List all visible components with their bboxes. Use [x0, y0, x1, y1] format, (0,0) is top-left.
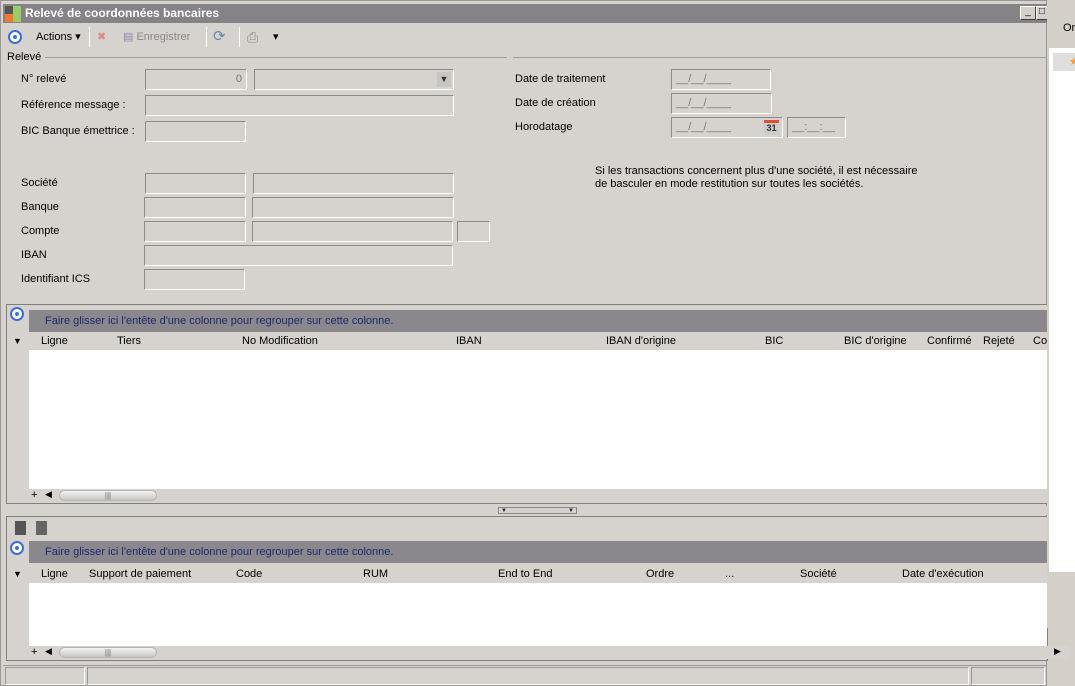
add-row-button[interactable]: + [31, 489, 37, 501]
minimize-button[interactable]: _ [1020, 6, 1036, 20]
column-header[interactable]: Date d'exécution [902, 565, 984, 583]
horizontal-scrollbar[interactable]: + ◀ ||| [29, 489, 1047, 502]
ref-message-input[interactable] [145, 95, 454, 116]
horodatage-time-input[interactable]: __:__:__ [787, 117, 846, 138]
status-bar [3, 665, 1047, 685]
scroll-thumb[interactable]: ||| [59, 490, 157, 501]
column-header[interactable]: Tiers [117, 332, 141, 350]
date-traitement-label: Date de traitement [515, 73, 606, 85]
compte-code-input[interactable] [144, 221, 246, 242]
ics-label: Identifiant ICS [21, 273, 91, 285]
add-row-button[interactable]: + [31, 646, 37, 658]
column-header[interactable]: Ligne [41, 332, 68, 350]
grid-navigation-icon[interactable] [10, 307, 24, 321]
societe-code-input[interactable] [145, 173, 246, 194]
collapse-icon[interactable] [15, 521, 26, 535]
ref-message-label: Référence message : [21, 99, 126, 111]
ics-input[interactable] [144, 269, 245, 290]
column-header[interactable]: IBAN d'origine [606, 332, 676, 350]
print-icon[interactable]: ⎙ [247, 27, 258, 47]
scroll-right-arrow[interactable]: ▶ [1054, 646, 1061, 657]
save-icon: ▤ [123, 31, 134, 43]
column-chooser[interactable]: ▼ [13, 565, 22, 583]
status-panel [5, 667, 85, 685]
banque-name-input[interactable] [252, 197, 454, 218]
star-icon[interactable]: ★ [1069, 55, 1075, 68]
column-header[interactable]: Ordre [646, 565, 674, 583]
scroll-thumb[interactable]: ||| [59, 647, 157, 658]
grid-navigation-icon[interactable] [10, 541, 24, 555]
horodatage-label: Horodatage [515, 121, 573, 133]
save-button[interactable]: ▤ Enregistrer [123, 27, 190, 47]
scroll-left-arrow[interactable]: ◀ [45, 646, 52, 657]
calendar-icon[interactable]: 31 [764, 120, 779, 135]
window-title: Relevé de coordonnées bancaires [25, 6, 220, 20]
column-header[interactable]: ... [725, 565, 734, 583]
column-header[interactable]: Code [236, 565, 262, 583]
banque-label: Banque [21, 201, 59, 213]
date-creation-label: Date de création [515, 97, 596, 109]
num-releve-input[interactable]: 0 [145, 69, 247, 90]
toolbar-separator [89, 27, 90, 47]
column-header[interactable]: End to End [498, 565, 552, 583]
column-header[interactable]: RUM [363, 565, 388, 583]
delete-icon[interactable]: ✖ [97, 27, 106, 47]
refresh-icon[interactable]: ⟳ [213, 27, 226, 47]
column-header[interactable]: Ligne [41, 565, 68, 583]
side-panel: Or ★ [1047, 0, 1075, 628]
section-releve: Relevé [7, 51, 42, 63]
column-header[interactable]: Co [1033, 332, 1047, 350]
grid-body[interactable] [29, 350, 1047, 489]
column-header[interactable]: Confirmé [927, 332, 972, 350]
grid-header: ▼ Ligne Tiers No Modification IBAN IBAN … [7, 332, 1047, 350]
num-releve-label: N° relevé [21, 73, 67, 85]
compte-key-input[interactable] [457, 221, 490, 242]
bic-label: BIC Banque émettrice : [21, 125, 135, 137]
group-by-area[interactable]: Faire glisser ici l'entête d'une colonne… [29, 541, 1047, 563]
date-traitement-input[interactable]: __/__/____ [671, 69, 771, 90]
splitter-handle[interactable]: ▼ ▼ [498, 507, 577, 514]
app-icon [5, 6, 21, 22]
column-chooser[interactable]: ▼ [13, 332, 22, 350]
toolbar-separator [206, 27, 207, 47]
side-panel-label[interactable]: Or [1063, 22, 1075, 34]
note-text-2: de basculer en mode restitution sur tout… [595, 178, 864, 190]
chevron-down-icon[interactable]: ▼ [437, 72, 451, 87]
grid-header: ▼ Ligne Support de paiement Code RUM End… [7, 565, 1047, 583]
banque-code-input[interactable] [144, 197, 246, 218]
status-panel [87, 667, 969, 685]
grid-body[interactable] [29, 583, 1047, 646]
print-dropdown[interactable]: ▾ [273, 27, 279, 47]
societe-name-input[interactable] [253, 173, 454, 194]
column-header[interactable]: Rejeté [983, 332, 1015, 350]
splitter[interactable]: ▼ ▼ [1, 506, 1047, 515]
column-header[interactable]: Société [800, 565, 837, 583]
actions-menu[interactable]: Actions ▾ [36, 27, 81, 47]
status-panel [971, 667, 1045, 685]
iban-label: IBAN [21, 249, 47, 261]
note-text-1: Si les transactions concernent plus d'un… [595, 165, 918, 177]
bic-input[interactable] [145, 121, 246, 142]
main-window: Relevé de coordonnées bancaires _ □ Acti… [0, 0, 1069, 686]
column-header[interactable]: IBAN [456, 332, 482, 350]
column-header[interactable]: BIC [765, 332, 783, 350]
column-header[interactable]: Support de paiement [89, 565, 191, 583]
compte-name-input[interactable] [252, 221, 453, 242]
date-creation-input[interactable]: __/__/____ [671, 93, 772, 114]
societe-label: Société [21, 177, 58, 189]
toolbar-separator [239, 27, 240, 47]
expand-icon[interactable] [36, 521, 47, 535]
group-by-area[interactable]: Faire glisser ici l'entête d'une colonne… [29, 310, 1047, 332]
column-header[interactable]: No Modification [242, 332, 318, 350]
compte-label: Compte [21, 225, 60, 237]
scroll-left-arrow[interactable]: ◀ [45, 489, 52, 500]
column-header[interactable]: BIC d'origine [844, 332, 907, 350]
title-bar: Relevé de coordonnées bancaires [3, 4, 1047, 23]
horodatage-date-input[interactable]: __/__/____ 31 [671, 117, 783, 138]
iban-input[interactable] [144, 245, 453, 266]
num-releve-select[interactable]: ▼ [254, 69, 454, 90]
horizontal-scrollbar[interactable]: + ◀ ||| ▶ [29, 646, 1069, 659]
navigation-icon[interactable] [8, 30, 22, 44]
